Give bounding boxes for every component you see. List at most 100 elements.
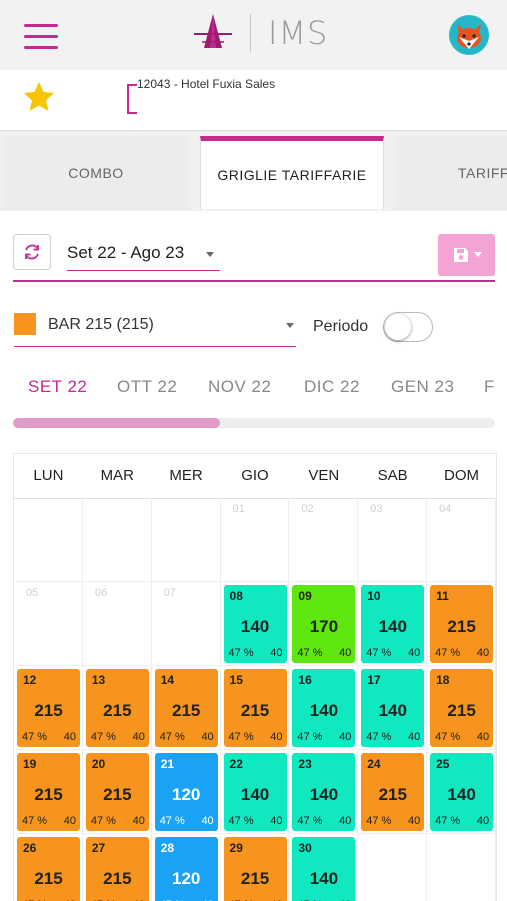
month-tab-dic22[interactable]: DIC 22	[304, 377, 360, 397]
day-rate-card[interactable]: 23 140 47 % 40	[292, 753, 356, 831]
day-rate-card[interactable]: 2812047 %40	[154, 837, 218, 901]
period-toggle[interactable]	[383, 312, 433, 342]
season-value: Set 22 - Ago 23	[67, 243, 185, 262]
calendar-header: LUN MAR MER GIO VEN SAB DOM	[14, 454, 496, 499]
day-number: 30	[298, 841, 312, 855]
favorite-star-icon[interactable]	[22, 80, 56, 114]
tab-combo[interactable]: COMBO	[4, 136, 188, 210]
day-price: 215	[378, 785, 407, 804]
day-rate-card[interactable]: 2921547 %40	[223, 837, 287, 901]
calendar-cell: 09 170 47 % 40	[289, 582, 359, 666]
min-value: 40	[270, 647, 283, 659]
day-rate-card[interactable]: 11 215 47 % 40	[430, 585, 494, 663]
fox-icon	[457, 24, 481, 49]
day-price: 215	[240, 869, 270, 888]
day-price: 170	[309, 617, 339, 636]
season-select[interactable]: Set 22 - Ago 23	[67, 238, 220, 271]
calendar-cell: 2812047 %40	[152, 834, 221, 901]
app-header: IMS	[0, 0, 507, 70]
day-rate-card[interactable]: 16 140 47 % 40	[292, 669, 356, 747]
user-avatar[interactable]	[449, 15, 489, 55]
month-tab-nov22[interactable]: NOV 22	[208, 377, 271, 397]
tab-tariffe[interactable]: TARIFF	[396, 136, 507, 210]
day-rate-card[interactable]: 14 215 47 % 40	[154, 669, 218, 747]
day-rate-card[interactable]: 13 215 47 % 40	[85, 669, 149, 747]
min-value: 40	[201, 731, 214, 743]
month-scrollbar[interactable]	[13, 418, 495, 428]
calendar-cell: 14 215 47 % 40	[151, 666, 221, 750]
month-tab-feb23[interactable]: F	[484, 377, 495, 397]
day-price: 140	[240, 785, 270, 804]
empty-day-number: 04	[439, 503, 452, 515]
calendar-cell: 3014047 %40	[289, 834, 359, 901]
weekday-ven: VEN	[308, 467, 340, 484]
hotel-name[interactable]: 12043 - Hotel Fuxia Sales	[137, 77, 275, 91]
logo-icon	[194, 14, 232, 48]
day-price: 215	[34, 869, 63, 888]
day-rate-card[interactable]: 21 120 47 % 40	[154, 753, 218, 831]
day-number: 16	[298, 673, 312, 687]
calendar-cell: 01	[220, 498, 290, 582]
day-number: 25	[436, 757, 450, 771]
day-number: 15	[229, 673, 243, 687]
occupancy-percent: 47 %	[366, 815, 392, 827]
chevron-down-icon	[286, 323, 294, 328]
occupancy-percent: 47 %	[159, 731, 185, 743]
day-rate-card[interactable]: 2621547 %40	[17, 837, 80, 901]
tab-griglie-tariffarie[interactable]: GRIGLIE TARIFFARIE	[200, 136, 384, 209]
day-rate-card[interactable]: 20 215 47 % 40	[85, 753, 149, 831]
min-value: 40	[339, 647, 352, 659]
day-rate-card[interactable]: 19 215 47 % 40	[17, 753, 80, 831]
day-number: 26	[23, 841, 37, 855]
toggle-knob	[385, 314, 411, 340]
day-rate-card[interactable]: 08 140 47 % 40	[223, 585, 287, 663]
day-rate-card[interactable]: 15 215 47 % 40	[223, 669, 287, 747]
rate-select[interactable]: BAR 215 (215)	[14, 306, 296, 347]
min-value: 40	[476, 731, 490, 743]
weekday-mar: MAR	[100, 467, 134, 484]
chevron-down-icon	[206, 252, 214, 257]
month-scroll-thumb[interactable]	[13, 418, 221, 428]
empty-day-number: 01	[232, 503, 245, 515]
day-rate-card[interactable]: 3014047 %40	[292, 837, 356, 901]
day-price: 215	[172, 701, 201, 720]
day-rate-card[interactable]: 17 140 47 % 40	[361, 669, 425, 747]
month-tab-set22[interactable]: SET 22	[28, 377, 87, 397]
empty-day-number: 06	[94, 587, 108, 599]
day-rate-card[interactable]: 09 170 47 % 40	[292, 585, 356, 663]
save-button[interactable]	[438, 234, 495, 276]
day-number: 14	[160, 673, 175, 687]
month-tab-ott22[interactable]: OTT 22	[117, 377, 177, 397]
day-rate-card[interactable]: 10 140 47 % 40	[361, 585, 425, 663]
calendar-cell: 13 215 47 % 40	[82, 666, 152, 750]
min-value: 40	[63, 731, 76, 743]
calendar-cell: 25 140 47 % 40	[427, 750, 496, 834]
day-rate-card[interactable]: 2721547 %40	[85, 837, 149, 901]
refresh-icon	[25, 244, 39, 260]
min-value: 40	[408, 731, 421, 743]
day-rate-card[interactable]: 22 140 47 % 40	[223, 753, 287, 831]
logo-divider	[250, 14, 251, 52]
day-rate-card[interactable]: 24 215 47 % 40	[361, 753, 425, 831]
calendar-cell: 23 140 47 % 40	[289, 750, 359, 834]
day-price: 215	[34, 785, 63, 804]
calendar-cell: 2921547 %40	[221, 834, 290, 901]
day-price: 215	[447, 617, 476, 636]
day-rate-card[interactable]: 12 215 47 % 40	[17, 669, 80, 747]
calendar-cell: 18 215 47 % 40	[427, 666, 496, 750]
calendar-cell: 19 215 47 % 40	[14, 750, 83, 834]
calendar-cell: 2621547 %40	[14, 834, 83, 901]
calendar-cell: 04	[427, 498, 496, 582]
calendar-cell: 08 140 47 % 40	[220, 582, 290, 666]
occupancy-percent: 47 %	[90, 731, 116, 743]
day-number: 17	[367, 673, 381, 687]
menu-icon[interactable]	[24, 22, 58, 50]
month-tab-gen23[interactable]: GEN 23	[391, 377, 454, 397]
calendar-cell: 12 215 47 % 40	[14, 666, 83, 750]
day-rate-card[interactable]: 25 140 47 % 40	[430, 753, 494, 831]
day-rate-card[interactable]: 18 215 47 % 40	[430, 669, 494, 747]
day-price: 120	[172, 785, 201, 804]
day-price: 140	[309, 701, 339, 720]
day-price: 120	[172, 869, 201, 888]
refresh-button[interactable]	[13, 234, 51, 270]
